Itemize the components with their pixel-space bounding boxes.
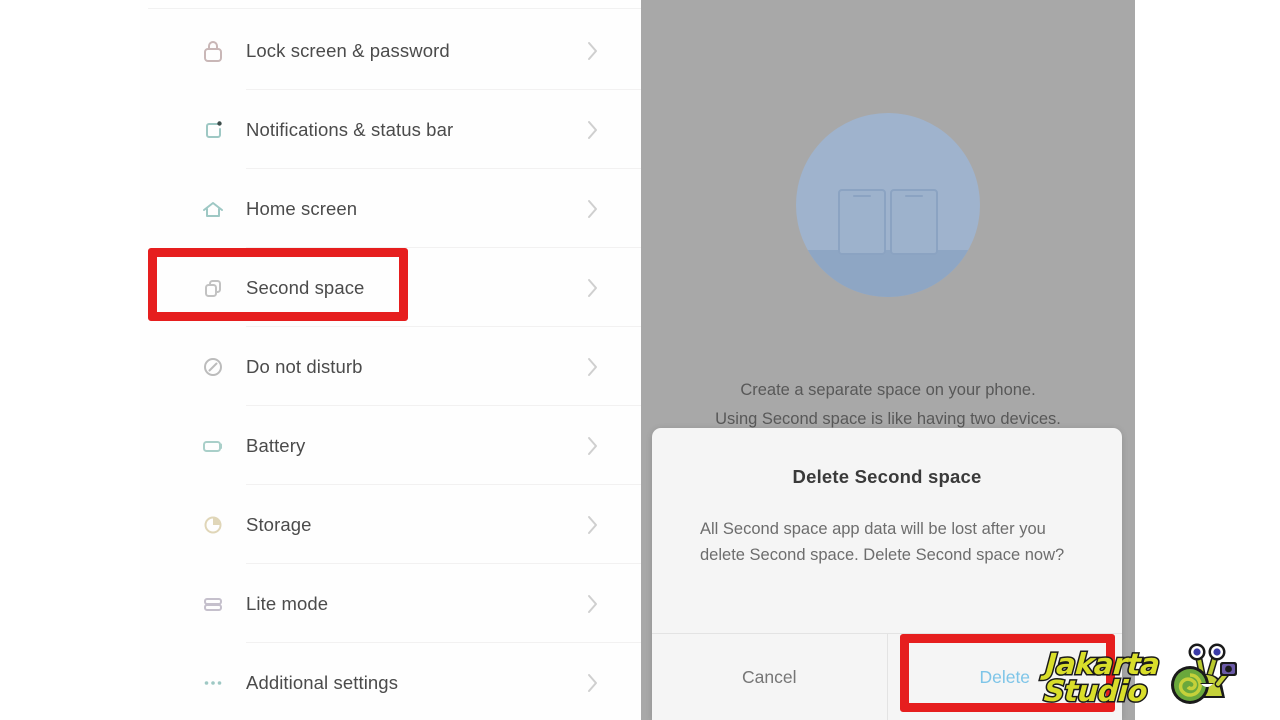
watermark-line-2: Studio	[1041, 673, 1149, 710]
phone-right-icon	[890, 189, 938, 255]
settings-row-home-screen[interactable]: Home screen	[140, 169, 641, 248]
lite-mode-icon	[196, 587, 230, 621]
settings-row-label: Storage	[246, 513, 312, 535]
dialog-title: Delete Second space	[792, 466, 982, 487]
chevron-right-icon	[585, 433, 601, 459]
dialog-message: All Second space app data will be lost a…	[700, 520, 1065, 564]
settings-row-label: Battery	[246, 434, 306, 456]
notification-square-icon	[196, 113, 230, 147]
two-phones-circle-illustration	[796, 113, 980, 297]
settings-row-additional-settings[interactable]: Additional settings	[140, 643, 641, 720]
settings-row-second-space[interactable]: Second space	[140, 248, 641, 327]
chevron-right-icon	[585, 117, 601, 143]
settings-row-lite-mode[interactable]: Lite mode	[140, 564, 641, 643]
settings-row-notifications[interactable]: Notifications & status bar	[140, 90, 641, 169]
phone-left-icon	[838, 189, 886, 255]
chevron-right-icon	[585, 512, 601, 538]
chevron-right-icon	[585, 670, 601, 696]
snail-with-camera-icon	[1162, 640, 1244, 717]
chevron-right-icon	[585, 38, 601, 64]
second-space-icon	[196, 271, 230, 305]
second-space-description: Create a separate space on your phone. U…	[641, 376, 1135, 434]
settings-row-label: Additional settings	[246, 671, 399, 693]
settings-row-battery[interactable]: Battery	[140, 406, 641, 485]
description-line-1: Create a separate space on your phone.	[740, 381, 1036, 399]
chevron-right-icon	[585, 275, 601, 301]
more-dots-icon	[196, 666, 230, 700]
do-not-disturb-icon	[196, 350, 230, 384]
settings-row-label: Second space	[246, 276, 365, 298]
settings-list: Lock screen & password Notifications & s…	[140, 0, 642, 720]
settings-row-storage[interactable]: Storage	[140, 485, 641, 564]
lock-icon	[196, 34, 230, 68]
chevron-right-icon	[585, 591, 601, 617]
settings-row-label: Lite mode	[246, 592, 329, 614]
settings-row-do-not-disturb[interactable]: Do not disturb	[140, 327, 641, 406]
settings-row-label: Lock screen & password	[246, 39, 450, 61]
cancel-button[interactable]: Cancel	[652, 634, 888, 720]
screenshot-canvas: Lock screen & password Notifications & s…	[0, 0, 1280, 720]
chevron-right-icon	[585, 196, 601, 222]
home-icon	[196, 192, 230, 226]
chevron-right-icon	[585, 354, 601, 380]
settings-row-label: Home screen	[246, 197, 358, 219]
battery-icon	[196, 429, 230, 463]
illustration-phones	[838, 189, 938, 255]
settings-row-lock-screen[interactable]: Lock screen & password	[140, 11, 641, 90]
watermark-text: Jakarta Studio	[1041, 646, 1162, 710]
settings-row-label: Do not disturb	[246, 355, 363, 377]
watermark: Jakarta Studio	[1041, 636, 1280, 720]
settings-row-label: Notifications & status bar	[246, 118, 454, 140]
illustration-ground	[796, 250, 980, 297]
storage-pie-icon	[196, 508, 230, 542]
